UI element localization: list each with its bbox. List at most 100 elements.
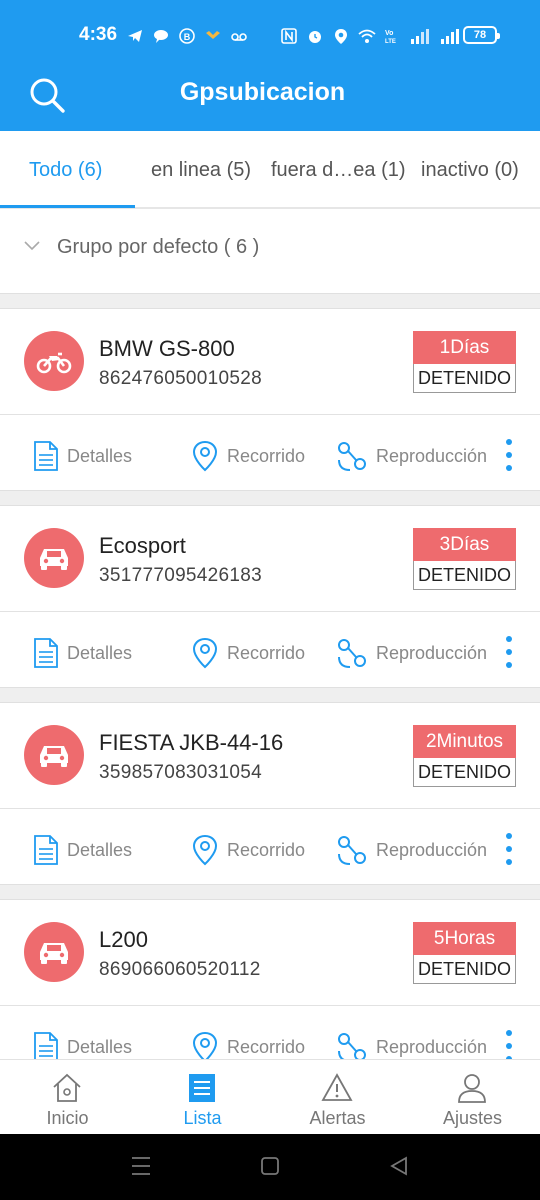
details-button[interactable]: Detalles xyxy=(33,636,132,670)
active-tab-indicator xyxy=(0,205,135,208)
status-duration: 1Días xyxy=(413,331,516,364)
chevron-down-icon xyxy=(24,241,40,251)
playback-label: Reproducción xyxy=(376,839,488,860)
system-icons: Vo LTE xyxy=(280,24,462,48)
bottom-navigation: Inicio Lista Alertas Ajustes xyxy=(0,1059,540,1134)
route-button[interactable]: Recorrido xyxy=(191,636,305,670)
motorcycle-icon xyxy=(36,352,72,374)
playback-button[interactable]: Reproducción xyxy=(336,833,487,867)
more-options-icon[interactable] xyxy=(502,831,516,867)
tab-todo[interactable]: Todo (6) xyxy=(29,159,102,182)
vehicle-avatar xyxy=(24,725,84,785)
vehicle-avatar xyxy=(24,331,84,391)
system-navigation-bar xyxy=(0,1134,540,1200)
group-label: Grupo por defecto ( 6 ) xyxy=(57,236,260,258)
status-badge: 5Horas DETENIDO xyxy=(413,922,516,984)
b-app-icon: B xyxy=(179,28,195,44)
vehicle-card[interactable]: Ecosport 351777095426183 3Días DETENIDO … xyxy=(0,506,540,688)
battery-indicator: 78 xyxy=(463,26,500,44)
route-playback-icon xyxy=(338,442,366,471)
list-icon xyxy=(189,1074,215,1102)
volte-icon: Vo LTE xyxy=(385,30,396,45)
alert-icon xyxy=(321,1073,353,1101)
playback-button[interactable]: Reproducción xyxy=(336,1030,487,1059)
nfc-icon xyxy=(281,28,297,44)
status-badge: 2Minutos DETENIDO xyxy=(413,725,516,787)
route-playback-icon xyxy=(338,1033,366,1059)
vehicle-card[interactable]: BMW GS-800 862476050010528 1Días DETENID… xyxy=(0,309,540,491)
more-options-icon[interactable] xyxy=(502,437,516,473)
map-pin-icon xyxy=(192,834,218,866)
details-button[interactable]: Detalles xyxy=(33,1030,132,1059)
playback-button[interactable]: Reproducción xyxy=(336,439,487,473)
voicemail-icon xyxy=(231,33,247,41)
home-button-icon[interactable] xyxy=(260,1155,280,1177)
details-label: Detalles xyxy=(67,445,133,466)
home-icon xyxy=(53,1073,81,1102)
details-button[interactable]: Detalles xyxy=(33,439,132,473)
details-button[interactable]: Detalles xyxy=(33,833,132,867)
nav-lista-label: Lista xyxy=(183,1108,222,1128)
document-icon xyxy=(34,441,58,471)
route-button[interactable]: Recorrido xyxy=(191,1030,305,1059)
tab-fuera-de-linea[interactable]: fuera d…ea (1) xyxy=(271,159,406,182)
location-icon xyxy=(335,29,347,44)
status-label: DETENIDO xyxy=(413,955,516,984)
tab-inactivo[interactable]: inactivo (0) xyxy=(421,159,519,182)
vehicle-imei: 862476050010528 xyxy=(99,368,263,389)
vehicle-imei: 359857083031054 xyxy=(99,762,263,783)
nav-inicio[interactable]: Inicio xyxy=(0,1060,135,1135)
vehicle-card[interactable]: L200 869066060520112 5Horas DETENIDO Det… xyxy=(0,900,540,1059)
more-options-icon[interactable] xyxy=(502,1028,516,1059)
alarm-icon xyxy=(309,31,321,43)
svg-text:LTE: LTE xyxy=(385,39,396,45)
playback-button[interactable]: Reproducción xyxy=(336,636,487,670)
signal-icon xyxy=(411,29,429,44)
nav-lista[interactable]: Lista xyxy=(135,1060,270,1135)
details-label: Detalles xyxy=(67,1036,133,1057)
nav-alertas[interactable]: Alertas xyxy=(270,1060,405,1135)
playback-label: Reproducción xyxy=(376,642,488,663)
section-divider xyxy=(0,884,540,900)
app-header: 4:36 B Vo LTE 78 Gpsubicacion xyxy=(0,0,540,131)
svg-text:B: B xyxy=(184,32,191,42)
map-pin-icon xyxy=(192,1031,218,1059)
group-header[interactable]: Grupo por defecto ( 6 ) xyxy=(0,211,540,293)
tab-en-linea[interactable]: en linea (5) xyxy=(151,159,251,182)
more-options-icon[interactable] xyxy=(502,634,516,670)
user-icon xyxy=(458,1074,486,1103)
status-time: 4:36 xyxy=(79,24,118,45)
nav-alertas-label: Alertas xyxy=(309,1108,366,1128)
car-icon xyxy=(40,943,68,964)
back-icon[interactable] xyxy=(389,1155,409,1177)
card-divider xyxy=(0,808,540,809)
playback-label: Reproducción xyxy=(376,1036,488,1057)
status-badge: 1Días DETENIDO xyxy=(413,331,516,393)
route-button[interactable]: Recorrido xyxy=(191,833,305,867)
document-icon xyxy=(34,835,58,865)
status-duration: 3Días xyxy=(413,528,516,561)
route-playback-icon xyxy=(338,836,366,865)
status-duration: 2Minutos xyxy=(413,725,516,758)
status-duration: 5Horas xyxy=(413,922,516,955)
vehicle-name: L200 xyxy=(99,927,148,952)
document-icon xyxy=(34,638,58,668)
map-pin-icon xyxy=(192,637,218,669)
vehicle-card[interactable]: FIESTA JKB-44-16 359857083031054 2Minuto… xyxy=(0,703,540,885)
vehicle-name: FIESTA JKB-44-16 xyxy=(99,730,284,755)
status-badge: 3Días DETENIDO xyxy=(413,528,516,590)
chat-icon xyxy=(154,30,168,43)
recent-apps-icon[interactable] xyxy=(131,1155,151,1177)
map-pin-icon xyxy=(192,440,218,472)
card-divider xyxy=(0,414,540,415)
section-divider xyxy=(0,687,540,703)
vehicle-avatar xyxy=(24,528,84,588)
route-label: Recorrido xyxy=(227,839,306,860)
route-button[interactable]: Recorrido xyxy=(191,439,305,473)
route-label: Recorrido xyxy=(227,642,306,663)
car-icon xyxy=(40,549,68,570)
vehicle-name: Ecosport xyxy=(99,533,186,558)
card-divider xyxy=(0,1005,540,1006)
svg-text:Vo: Vo xyxy=(385,30,393,37)
nav-ajustes[interactable]: Ajustes xyxy=(405,1060,540,1135)
